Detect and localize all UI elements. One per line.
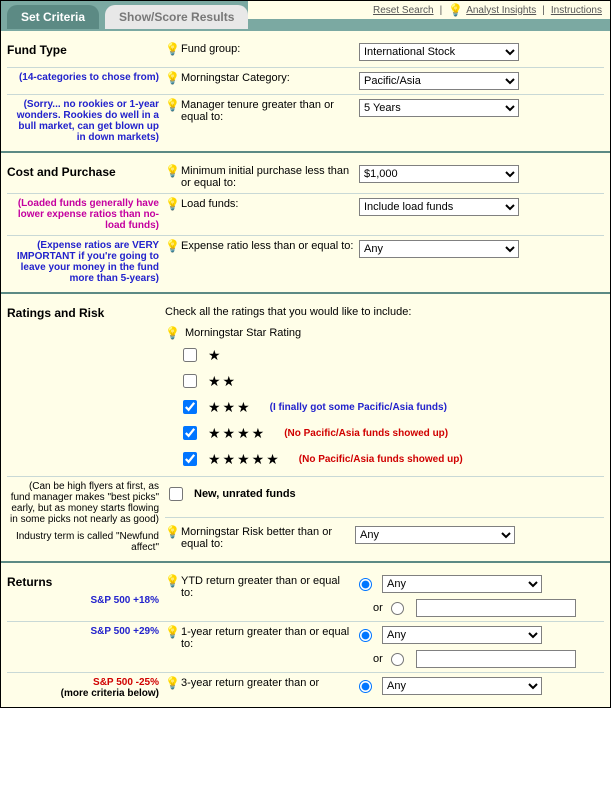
ytd-input[interactable] [416, 599, 576, 617]
star-icon: ★★ [208, 373, 237, 390]
tenure-label: Manager tenure greater than or equal to: [181, 99, 355, 123]
load-funds-select[interactable]: Include load funds [359, 198, 519, 216]
star-icon: ★★★★★ [208, 451, 281, 468]
categories-note: (14-categories to chose from) [19, 72, 159, 83]
analyst-insights-link[interactable]: Analyst Insights [466, 5, 536, 16]
y1-label: 1-year return greater than or equal to: [181, 626, 355, 650]
y3-select[interactable]: Any [382, 677, 542, 695]
min-purchase-select[interactable]: $1,000 [359, 165, 519, 183]
bulb-icon: 💡 [165, 99, 177, 111]
fund-type-heading: Fund Type [7, 43, 159, 57]
bulb-icon: 💡 [165, 165, 177, 177]
star-icon: ★ [208, 347, 223, 364]
or-label: or [373, 602, 383, 614]
bulb-icon: 💡 [165, 327, 177, 339]
sp500-3y: S&P 500 -25% [93, 677, 159, 688]
star-note: (No Pacific/Asia funds showed up) [299, 454, 463, 465]
check-ratings-label: Check all the ratings that you would lik… [165, 306, 604, 318]
loaded-note: (Loaded funds generally have lower expen… [18, 198, 159, 231]
sp500-1y: S&P 500 +29% [91, 626, 159, 637]
bulb-icon: 💡 [165, 43, 177, 55]
sp500-ytd: S&P 500 +18% [91, 595, 159, 606]
y1-input[interactable] [416, 650, 576, 668]
tenure-select[interactable]: 5 Years [359, 99, 519, 117]
expense-ratio-label: Expense ratio less than or equal to: [181, 240, 353, 252]
y1-select[interactable]: Any [382, 626, 542, 644]
fund-group-select[interactable]: International Stock [359, 43, 519, 61]
cost-heading: Cost and Purchase [7, 165, 159, 179]
more-criteria: (more criteria below) [61, 688, 159, 699]
star-rating-label: Morningstar Star Rating [185, 327, 301, 339]
star-checkbox-2[interactable] [183, 374, 197, 388]
ytd-select[interactable]: Any [382, 575, 542, 593]
y1-radio-custom[interactable] [391, 653, 404, 666]
morningstar-cat-select[interactable]: Pacific/Asia [359, 72, 519, 90]
bulb-icon: 💡 [448, 4, 460, 16]
star-checkbox-4[interactable] [183, 426, 197, 440]
star-checkbox-5[interactable] [183, 452, 197, 466]
star-note: (I finally got some Pacific/Asia funds) [270, 402, 447, 413]
reset-search-link[interactable]: Reset Search [373, 5, 434, 16]
returns-heading: Returns [7, 575, 159, 589]
y3-label: 3-year return greater than or [181, 677, 319, 689]
ytd-radio-custom[interactable] [391, 602, 404, 615]
min-purchase-label: Minimum initial purchase less than or eq… [181, 165, 355, 189]
bulb-icon: 💡 [165, 677, 177, 689]
instructions-link[interactable]: Instructions [551, 5, 602, 16]
bulb-icon: 💡 [165, 240, 177, 252]
bulb-icon: 💡 [165, 575, 177, 587]
star-note: (No Pacific/Asia funds showed up) [284, 428, 448, 439]
bulb-icon: 💡 [165, 626, 177, 638]
top-nav: Reset Search | 💡 Analyst Insights | Inst… [248, 1, 610, 19]
newfund-note2: Industry term is called "Newfund affect" [7, 531, 159, 553]
fund-group-label: Fund group: [181, 43, 240, 55]
rookies-note: (Sorry... no rookies or 1-year wonders. … [17, 99, 159, 143]
star-icon: ★★★★ [208, 425, 266, 442]
load-funds-label: Load funds: [181, 198, 239, 210]
ytd-label: YTD return greater than or equal to: [181, 575, 355, 599]
tab-bar: Set Criteria Show/Score Results Reset Se… [1, 1, 610, 31]
risk-label: Morningstar Risk better than or equal to… [181, 526, 355, 550]
expense-note: (Expense ratios are VERY IMPORTANT if yo… [17, 240, 159, 284]
tab-set-criteria[interactable]: Set Criteria [7, 5, 99, 29]
or-label: or [373, 653, 383, 665]
ytd-radio-any[interactable] [359, 578, 372, 591]
tab-show-score[interactable]: Show/Score Results [105, 5, 248, 29]
bulb-icon: 💡 [165, 72, 177, 84]
bulb-icon: 💡 [165, 198, 177, 210]
star-checkbox-3[interactable] [183, 400, 197, 414]
expense-ratio-select[interactable]: Any [359, 240, 519, 258]
morningstar-cat-label: Morningstar Category: [181, 72, 290, 84]
bulb-icon: 💡 [165, 526, 177, 538]
new-funds-checkbox[interactable] [169, 487, 183, 501]
newfund-note: (Can be high flyers at first, as fund ma… [10, 481, 159, 525]
y3-radio-any[interactable] [359, 680, 372, 693]
ratings-heading: Ratings and Risk [7, 306, 159, 320]
star-checkbox-1[interactable] [183, 348, 197, 362]
new-funds-label: New, unrated funds [194, 488, 296, 500]
risk-select[interactable]: Any [355, 526, 515, 544]
y1-radio-any[interactable] [359, 629, 372, 642]
star-icon: ★★★ [208, 399, 252, 416]
